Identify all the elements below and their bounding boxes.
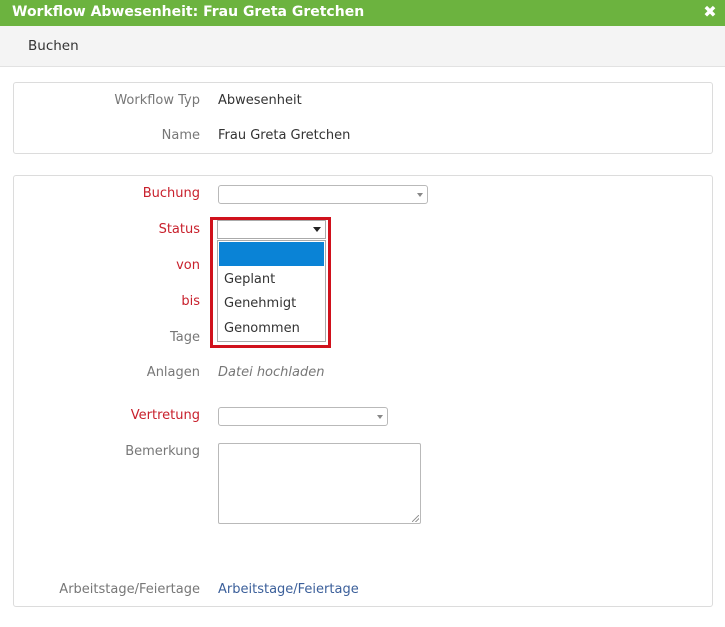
datei-hochladen-link[interactable]: Datei hochladen [218,365,324,380]
status-dropdown-list: Geplant Genehmigt Genommen [217,240,326,342]
vertretung-select[interactable] [218,407,388,426]
bemerkung-textarea[interactable] [218,443,421,524]
arbeitstage-label: Arbeitstage/Feiertage [59,582,200,597]
name-label: Name [161,128,200,143]
buchung-select[interactable] [218,185,428,204]
status-option-empty[interactable] [219,242,324,266]
status-option-genehmigt[interactable]: Genehmigt [218,291,325,316]
status-select[interactable] [217,220,326,239]
resize-grip-icon[interactable] [412,515,419,522]
title-bar: Workflow Abwesenheit: Frau Greta Gretche… [0,0,725,26]
arbeitstage-link[interactable]: Arbeitstage/Feiertage [218,582,359,597]
von-label: von [176,258,200,273]
form-panel: Buchung Status von bis Tage Anlagen Date… [13,175,713,607]
status-label: Status [158,222,200,237]
vertretung-label: Vertretung [130,408,200,423]
workflow-typ-label: Workflow Typ [114,93,200,108]
chevron-down-icon [377,415,383,419]
close-icon[interactable]: ✖ [701,2,719,22]
bis-label: bis [181,294,200,309]
name-value: Frau Greta Gretchen [218,128,351,143]
buchen-button[interactable]: Buchen [28,38,79,54]
window-title: Workflow Abwesenheit: Frau Greta Gretche… [12,4,365,20]
status-option-geplant[interactable]: Geplant [218,267,325,292]
chevron-down-icon [313,227,321,232]
buchung-label: Buchung [142,186,200,201]
anlagen-label: Anlagen [146,365,200,380]
toolbar: Buchen [0,26,725,67]
info-panel: Workflow Typ Abwesenheit Name Frau Greta… [13,82,713,154]
bemerkung-label: Bemerkung [125,444,200,459]
workflow-typ-value: Abwesenheit [218,93,302,108]
tage-label: Tage [169,330,200,345]
status-option-genommen[interactable]: Genommen [218,316,325,341]
chevron-down-icon [417,193,423,197]
